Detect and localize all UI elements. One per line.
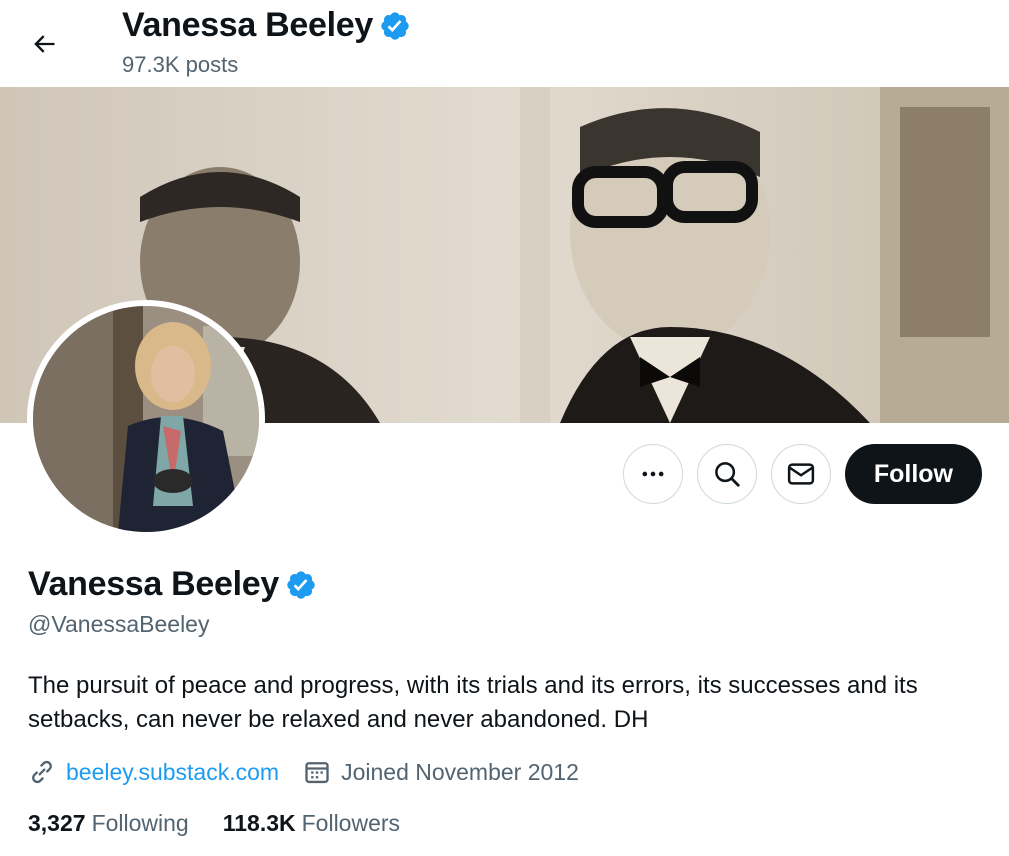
following-count: 3,327 [28,810,86,836]
website-link[interactable]: beeley.substack.com [66,759,279,786]
verified-badge-icon[interactable] [285,569,317,601]
profile-meta: beeley.substack.com Joined November 2012 [28,758,603,786]
avatar [33,306,259,532]
header-title: Vanessa Beeley [122,6,411,45]
profile-bio: The pursuit of peace and progress, with … [28,672,918,733]
message-button[interactable] [770,444,831,504]
followers-link[interactable]: 118.3K Followers [223,810,400,837]
profile-avatar[interactable] [27,300,265,538]
following-label: Following [91,810,189,836]
profile-actions: Follow [622,444,982,504]
profile-handle: @VanessaBeeley [28,611,210,637]
website-item: beeley.substack.com [28,758,279,786]
envelope-icon [786,459,816,489]
back-button[interactable] [22,22,66,66]
link-icon [28,758,56,786]
follow-button[interactable]: Follow [844,444,982,504]
arrow-left-icon [30,30,58,58]
verified-badge-icon[interactable] [379,10,411,42]
header-name: Vanessa Beeley [122,6,373,44]
more-button[interactable] [622,444,683,504]
display-name: Vanessa Beeley [28,565,279,603]
search-icon [712,459,742,489]
followers-label: Followers [301,810,401,836]
joined-item: Joined November 2012 [303,758,579,786]
top-bar: Vanessa Beeley 97.3K posts [0,0,1009,87]
search-button[interactable] [696,444,757,504]
joined-date: Joined November 2012 [341,758,579,785]
following-link[interactable]: 3,327 Following [28,810,189,837]
profile-name: Vanessa Beeley [28,565,317,604]
profile-stats: 3,327 Following 118.3K Followers [28,810,434,837]
more-icon [639,460,667,488]
calendar-icon [303,758,331,786]
posts-count: 97.3K posts [122,52,239,77]
followers-count: 118.3K [222,810,296,836]
